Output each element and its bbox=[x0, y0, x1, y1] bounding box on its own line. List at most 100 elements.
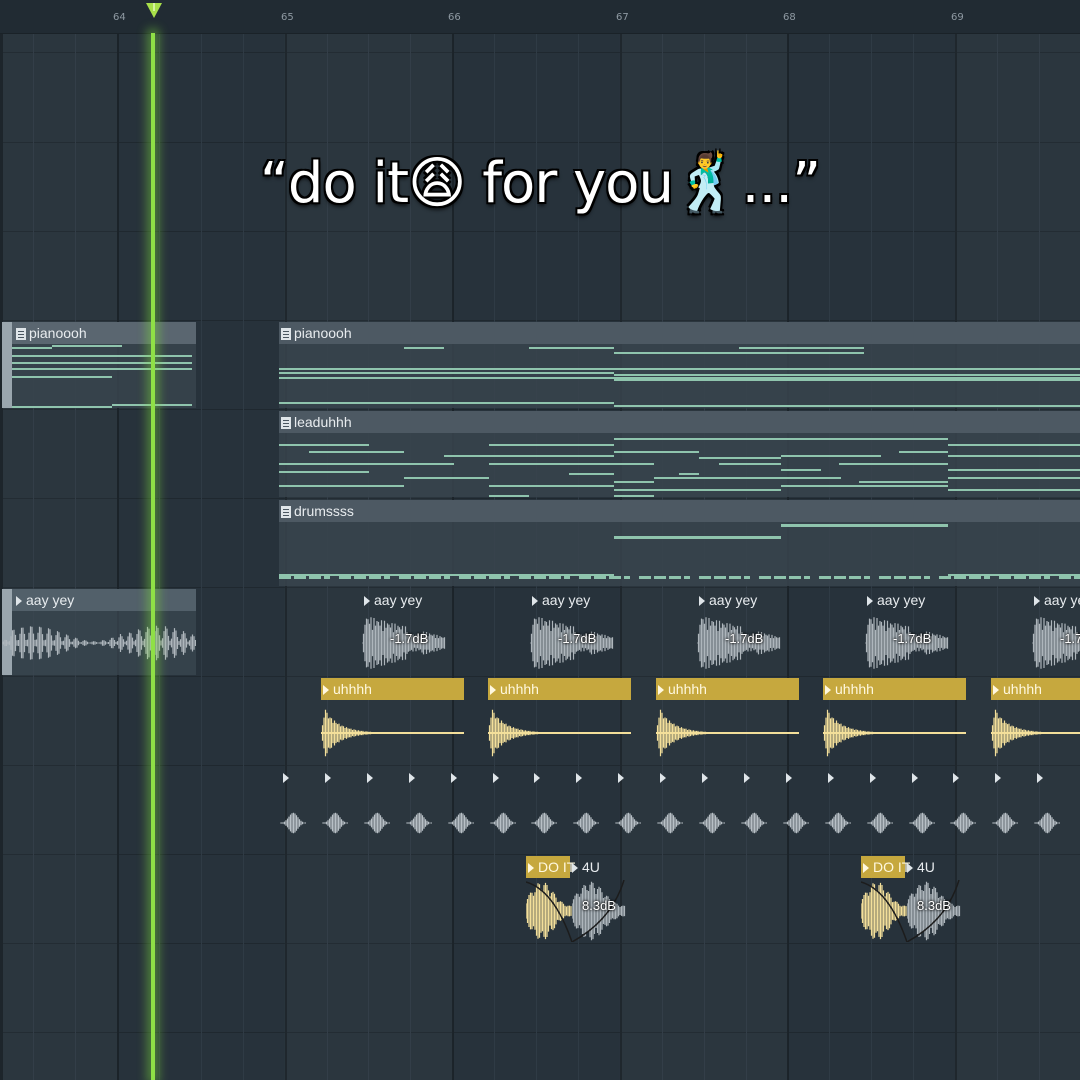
note-bar bbox=[529, 347, 614, 349]
audio-waveform bbox=[657, 812, 683, 834]
clip-title: drumssss bbox=[279, 500, 354, 522]
audio-clip-hit[interactable] bbox=[448, 768, 474, 854]
audio-clip-uhhh[interactable]: uhhhh bbox=[488, 678, 631, 764]
gain-label: -1.7dB bbox=[725, 631, 764, 646]
audio-clip-doit[interactable]: DO IT 4U 8.3dB bbox=[526, 856, 626, 942]
clip-title: uhhhh bbox=[488, 678, 539, 700]
note-bar bbox=[739, 347, 864, 349]
bar-number: 69 bbox=[951, 12, 964, 23]
pattern-clip-piano[interactable]: pianoooh bbox=[2, 322, 196, 408]
audio-clip-hit[interactable] bbox=[364, 768, 390, 854]
waveform-baseline bbox=[656, 732, 799, 734]
audio-clip-uhhh[interactable]: uhhhh bbox=[991, 678, 1080, 764]
note-bar bbox=[639, 576, 651, 579]
clip-header[interactable] bbox=[279, 411, 1080, 433]
audio-clip-vocal[interactable]: aay yey bbox=[2, 589, 196, 675]
audio-clip-uhhh[interactable]: uhhhh bbox=[823, 678, 966, 764]
audio-clip-hit[interactable] bbox=[322, 768, 348, 854]
note-bar bbox=[948, 444, 1080, 446]
clip-header[interactable] bbox=[279, 322, 1080, 344]
clip-title-2: 4U bbox=[907, 856, 935, 878]
note-bar bbox=[489, 444, 614, 446]
audio-clip-hit[interactable] bbox=[741, 768, 767, 854]
audio-clip-icon bbox=[995, 773, 1001, 783]
note-bar bbox=[489, 463, 614, 465]
note-bar bbox=[729, 576, 741, 579]
note-bar bbox=[714, 576, 726, 579]
audio-clip-icon bbox=[493, 773, 499, 783]
timeline-ruler[interactable]: 64 65 66 67 68 69 bbox=[0, 0, 1080, 34]
clip-name: aay yey bbox=[542, 592, 591, 608]
audio-clip-icon bbox=[16, 596, 22, 606]
pattern-clip-drums[interactable]: drumssss bbox=[279, 500, 1080, 586]
note-bar bbox=[781, 455, 881, 457]
note-bar bbox=[744, 576, 750, 579]
audio-clip-icon bbox=[828, 773, 834, 783]
audio-waveform bbox=[322, 812, 348, 834]
waveform-path bbox=[573, 812, 599, 834]
note-bar bbox=[12, 355, 192, 357]
audio-clip-vocal[interactable]: aay yey -1.7dB bbox=[1032, 589, 1080, 675]
audio-clip-icon bbox=[534, 773, 540, 783]
audio-clip-icon bbox=[953, 773, 959, 783]
note-bar bbox=[279, 402, 614, 404]
audio-clip-icon bbox=[702, 773, 708, 783]
pattern-clip-lead[interactable]: leaduhhh bbox=[279, 411, 1080, 497]
note-bar bbox=[804, 576, 810, 579]
playlist-view[interactable]: 64 65 66 67 68 69 pianoooh pianoooh lead… bbox=[0, 0, 1080, 1080]
note-bar bbox=[594, 576, 606, 579]
note-bar bbox=[654, 576, 666, 579]
audio-clip-icon bbox=[912, 773, 918, 783]
audio-clip-vocal[interactable]: aay yey -1.7dB bbox=[865, 589, 949, 675]
clip-selection-edge bbox=[2, 322, 12, 408]
audio-clip-vocal[interactable]: aay yey -1.7dB bbox=[362, 589, 446, 675]
note-bar bbox=[404, 477, 489, 479]
audio-clip-doit[interactable]: DO IT 4U 8.3dB bbox=[861, 856, 961, 942]
audio-clip-uhhh[interactable]: uhhhh bbox=[321, 678, 464, 764]
waveform-baseline bbox=[488, 732, 631, 734]
audio-clip-hit[interactable] bbox=[490, 768, 516, 854]
audio-clip-uhhh[interactable]: uhhhh bbox=[656, 678, 799, 764]
note-bar bbox=[839, 463, 948, 465]
audio-clip-hit[interactable] bbox=[909, 768, 935, 854]
audio-clip-hit[interactable] bbox=[657, 768, 683, 854]
audio-clip-hit[interactable] bbox=[783, 768, 809, 854]
playhead-marker-icon[interactable] bbox=[146, 3, 162, 18]
clip-name: 4U bbox=[582, 859, 600, 875]
note-bar bbox=[279, 444, 369, 446]
clip-title: aay yey bbox=[14, 589, 74, 611]
note-bar bbox=[444, 576, 450, 579]
audio-clip-hit[interactable] bbox=[615, 768, 641, 854]
audio-clip-hit[interactable] bbox=[950, 768, 976, 854]
waveform-path bbox=[280, 812, 306, 834]
audio-clip-hit[interactable] bbox=[280, 768, 306, 854]
audio-clip-hit[interactable] bbox=[531, 768, 557, 854]
audio-clip-hit[interactable] bbox=[406, 768, 432, 854]
audio-waveform bbox=[490, 812, 516, 834]
waveform-path bbox=[364, 812, 390, 834]
audio-clip-vocal[interactable]: aay yey -1.7dB bbox=[697, 589, 781, 675]
audio-clip-hit[interactable] bbox=[1034, 768, 1060, 854]
bar-number: 68 bbox=[783, 12, 796, 23]
bar-number: 64 bbox=[113, 12, 126, 23]
clip-header[interactable] bbox=[279, 500, 1080, 522]
pattern-clip-piano[interactable]: pianoooh bbox=[279, 322, 1080, 408]
audio-waveform bbox=[741, 812, 767, 834]
note-bar bbox=[781, 438, 948, 440]
audio-clip-icon bbox=[993, 685, 999, 695]
audio-clip-vocal[interactable]: aay yey -1.7dB bbox=[530, 589, 614, 675]
audio-clip-icon bbox=[323, 685, 329, 695]
audio-clip-hit[interactable] bbox=[699, 768, 725, 854]
audio-clip-hit[interactable] bbox=[867, 768, 893, 854]
audio-clip-hit[interactable] bbox=[825, 768, 851, 854]
note-bar bbox=[614, 438, 781, 440]
clip-title: aay yey bbox=[530, 589, 590, 611]
note-bar bbox=[948, 469, 1080, 471]
note-bar bbox=[614, 495, 654, 497]
audio-clip-hit[interactable] bbox=[573, 768, 599, 854]
audio-clip-hit[interactable] bbox=[992, 768, 1018, 854]
gain-label: -1.7dB bbox=[558, 631, 597, 646]
note-bar bbox=[948, 489, 1080, 491]
pattern-icon bbox=[281, 417, 291, 429]
clip-name: aay yey bbox=[877, 592, 926, 608]
